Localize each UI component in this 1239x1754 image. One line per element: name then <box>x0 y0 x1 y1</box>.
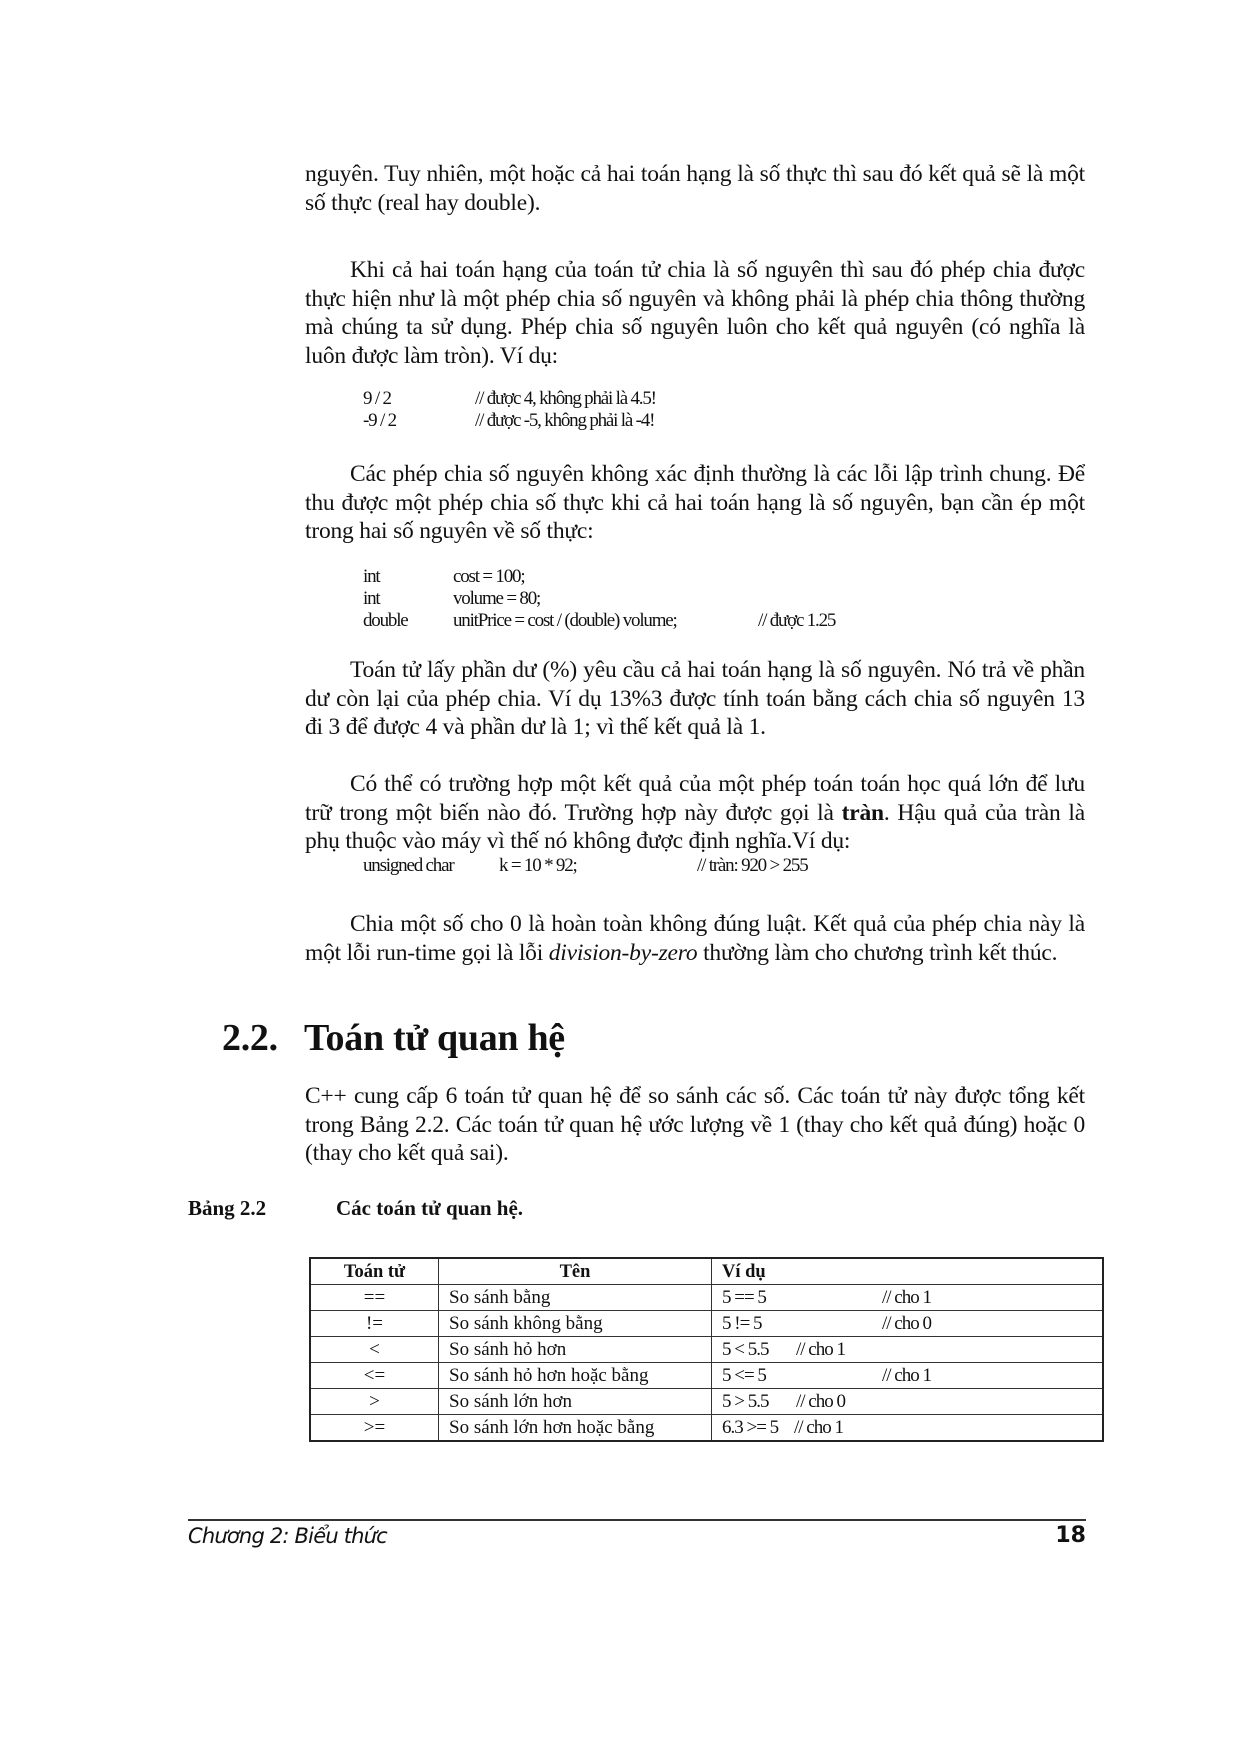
table-row: == So sánh bằng 5 == 5 // cho 1 <box>309 1284 1104 1311</box>
table-caption-title: Các toán tử quan hệ. <box>336 1196 524 1220</box>
code-line: int cost = 100; <box>363 566 835 588</box>
code-overflow-example: unsigned char k = 10 * 92; // tràn: 920 … <box>363 855 809 877</box>
code-line: -9 / 2 // được -5, không phải là -4! <box>363 410 656 432</box>
paragraph-modulo: Toán tử lấy phần dư (%) yêu cầu cả hai t… <box>305 657 1085 740</box>
section-number: 2.2. <box>222 1017 278 1059</box>
operator-cell: <= <box>309 1362 439 1389</box>
operator-cell: != <box>309 1310 439 1337</box>
code-type: int <box>363 588 381 609</box>
name-cell: So sánh bằng <box>438 1284 712 1311</box>
paragraph-cast: Các phép chia số nguyên không xác định t… <box>305 461 1085 544</box>
table-header-row: Toán tử Tên Ví dụ <box>309 1257 1104 1285</box>
code-stmt: volume = 80; <box>453 588 541 609</box>
example-cell: 5 == 5 // cho 1 <box>711 1284 1104 1311</box>
operator-cell: > <box>309 1388 439 1415</box>
example-expr: 5 == 5 <box>722 1286 767 1308</box>
dbz-term: division-by-zero <box>548 939 698 966</box>
example-expr: 6.3 >= 5 <box>722 1416 779 1438</box>
example-comment: // cho 1 <box>882 1286 932 1308</box>
example-cell: 6.3 >= 5 // cho 1 <box>711 1414 1104 1442</box>
code-type: double <box>363 610 409 631</box>
table-row: < So sánh hỏ hơn 5 < 5.5 // cho 1 <box>309 1336 1104 1363</box>
paragraph-real-result: nguyên. Tuy nhiên, một hoặc cả hai toán … <box>305 161 1085 216</box>
code-line: 9 / 2 // được 4, không phải là 4.5! <box>363 388 657 410</box>
code-stmt: unitPrice = cost / (double) volume; <box>453 610 678 631</box>
name-cell: So sánh hỏ hơn <box>438 1336 712 1363</box>
header-operator: Toán tử <box>309 1257 439 1285</box>
code-expr: -9 / 2 <box>363 410 397 431</box>
footer-divider <box>188 1519 1086 1521</box>
code-expr: 9 / 2 <box>363 388 392 409</box>
code-type: int <box>363 566 381 587</box>
table-row: <= So sánh hỏ hơn hoặc bằng 5 <= 5 // cho… <box>309 1362 1104 1389</box>
document-page: nguyên. Tuy nhiên, một hoặc cả hai toán … <box>0 0 1239 1754</box>
example-cell: 5 < 5.5 // cho 1 <box>711 1336 1104 1363</box>
footer-chapter: Chương 2: Biểu thức <box>188 1524 388 1548</box>
example-cell: 5 > 5.5 // cho 0 <box>711 1388 1104 1415</box>
table-caption: Bảng 2.2 Các toán tử quan hệ. <box>188 1196 523 1221</box>
header-name: Tên <box>438 1257 712 1285</box>
code-comment: // tràn: 920 > 255 <box>697 855 809 876</box>
example-expr: 5 != 5 <box>722 1312 763 1334</box>
paragraph-integer-division: Khi cả hai toán hạng của toán tử chia là… <box>305 257 1085 369</box>
section-title: Toán tử quan hệ <box>304 1017 565 1059</box>
section-heading: 2.2. Toán tử quan hệ <box>222 1016 565 1060</box>
name-cell: So sánh lớn hơn <box>438 1388 712 1415</box>
operator-cell: == <box>309 1284 439 1311</box>
page-number: 18 <box>1055 1523 1086 1548</box>
code-comment: // được 1.25 <box>758 610 836 631</box>
code-comment: // được 4, không phải là 4.5! <box>475 388 657 409</box>
table-caption-label: Bảng 2.2 <box>188 1196 267 1220</box>
example-cell: 5 != 5 // cho 0 <box>711 1310 1104 1337</box>
code-stmt: k = 10 * 92; <box>499 855 578 876</box>
example-cell: 5 <= 5 // cho 1 <box>711 1362 1104 1389</box>
paragraph-overflow: Có thể có trường hợp một kết quả của một… <box>305 770 1085 856</box>
example-expr: 5 > 5.5 <box>722 1390 769 1412</box>
code-division-example: 9 / 2 // được 4, không phải là 4.5! -9 /… <box>363 388 657 432</box>
paragraph-division-by-zero: Chia một số cho 0 là hoàn toàn không đún… <box>305 910 1085 967</box>
relational-operators-table: Toán tử Tên Ví dụ == So sánh bằng 5 == 5… <box>309 1257 1104 1442</box>
code-comment: // được -5, không phải là -4! <box>475 410 655 431</box>
code-stmt: cost = 100; <box>453 566 526 587</box>
code-type: unsigned char <box>363 855 455 876</box>
example-comment: // cho 0 <box>882 1312 932 1334</box>
overflow-term: tràn <box>841 799 884 826</box>
example-comment: // cho 1 <box>796 1338 846 1360</box>
example-comment: // cho 1 <box>882 1364 932 1386</box>
table-row: >= So sánh lớn hơn hoặc bằng 6.3 >= 5 // … <box>309 1414 1104 1442</box>
table-row: != So sánh không bằng 5 != 5 // cho 0 <box>309 1310 1104 1337</box>
name-cell: So sánh không bằng <box>438 1310 712 1337</box>
operator-cell: < <box>309 1336 439 1363</box>
code-cast-example: int cost = 100; int volume = 80; double … <box>363 566 836 632</box>
table-row: > So sánh lớn hơn 5 > 5.5 // cho 0 <box>309 1388 1104 1415</box>
header-example: Ví dụ <box>711 1257 1104 1285</box>
example-expr: 5 < 5.5 <box>722 1338 769 1360</box>
operator-cell: >= <box>309 1414 439 1442</box>
example-comment: // cho 1 <box>794 1416 844 1438</box>
example-comment: // cho 0 <box>796 1390 846 1412</box>
name-cell: So sánh hỏ hơn hoặc bằng <box>438 1362 712 1389</box>
example-expr: 5 <= 5 <box>722 1364 767 1386</box>
code-line: unsigned char k = 10 * 92; // tràn: 920 … <box>363 855 809 877</box>
dbz-text-after: thường làm cho chương trình kết thúc. <box>697 939 1058 966</box>
code-line: int volume = 80; <box>363 588 835 610</box>
code-line: double unitPrice = cost / (double) volum… <box>363 610 836 632</box>
name-cell: So sánh lớn hơn hoặc bằng <box>438 1414 712 1442</box>
paragraph-relational-intro: C++ cung cấp 6 toán tử quan hệ để so sán… <box>305 1083 1085 1166</box>
